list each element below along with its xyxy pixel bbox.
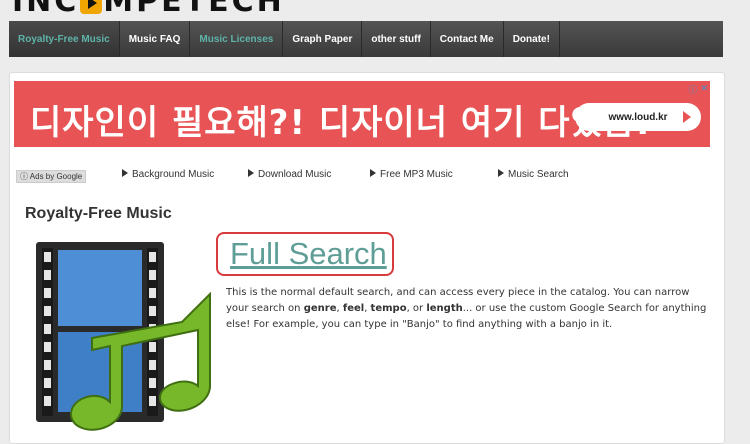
play-icon bbox=[80, 0, 103, 14]
ad-button[interactable]: www.loud.kr bbox=[575, 103, 701, 131]
play-arrow-icon bbox=[122, 169, 128, 177]
info-icon: ⓘ bbox=[20, 172, 30, 181]
close-icon[interactable]: ✕ bbox=[700, 83, 708, 96]
ad-banner[interactable]: 디자인이 필요해?! 디자이너 여기 다있음! www.loud.kr ⓘ ✕ bbox=[14, 81, 710, 147]
nav-item-royalty-free-music[interactable]: Royalty-Free Music bbox=[9, 21, 120, 57]
full-search-highlight: Full Search bbox=[216, 232, 394, 276]
ad-choices[interactable]: ⓘ ✕ bbox=[688, 83, 708, 96]
full-search-link[interactable]: Full Search bbox=[230, 236, 387, 272]
info-icon[interactable]: ⓘ bbox=[688, 83, 697, 96]
nav-item-donate[interactable]: Donate! bbox=[504, 21, 560, 57]
play-arrow-icon bbox=[248, 169, 254, 177]
arrow-right-icon bbox=[683, 111, 691, 123]
play-arrow-icon bbox=[498, 169, 504, 177]
film-music-note-icon[interactable] bbox=[32, 238, 228, 434]
content-panel: 디자인이 필요해?! 디자이너 여기 다있음! www.loud.kr ⓘ ✕ … bbox=[9, 72, 725, 444]
main-nav: Royalty-Free Music Music FAQ Music Licen… bbox=[9, 21, 723, 57]
ad-button-label: www.loud.kr bbox=[608, 111, 668, 123]
ads-by-google-label[interactable]: ⓘ Ads by Google bbox=[16, 170, 87, 183]
ad-link-download-music[interactable]: Download Music bbox=[248, 169, 331, 180]
ads-by-google-bar: ⓘ Ads by Google Background Music Downloa… bbox=[16, 169, 716, 183]
ad-headline: 디자인이 필요해?! 디자이너 여기 다있음! bbox=[30, 103, 652, 143]
play-arrow-icon bbox=[370, 169, 376, 177]
description-text: This is the normal default search, and c… bbox=[226, 287, 707, 330]
nav-item-contact-me[interactable]: Contact Me bbox=[431, 21, 504, 57]
nav-item-music-faq[interactable]: Music FAQ bbox=[120, 21, 191, 57]
site-logo[interactable]: INC MPETECH bbox=[12, 0, 285, 19]
ad-link-free-mp3-music[interactable]: Free MP3 Music bbox=[370, 169, 453, 180]
section-title: Royalty-Free Music bbox=[25, 205, 172, 222]
nav-item-graph-paper[interactable]: Graph Paper bbox=[283, 21, 363, 57]
ad-link-background-music[interactable]: Background Music bbox=[122, 169, 214, 180]
nav-item-other-stuff[interactable]: other stuff bbox=[362, 21, 431, 57]
ad-link-music-search[interactable]: Music Search bbox=[498, 169, 569, 180]
logo-text-left: INC bbox=[12, 0, 80, 19]
logo-text-right: MPETECH bbox=[103, 0, 285, 19]
nav-item-music-licenses[interactable]: Music Licenses bbox=[190, 21, 284, 57]
